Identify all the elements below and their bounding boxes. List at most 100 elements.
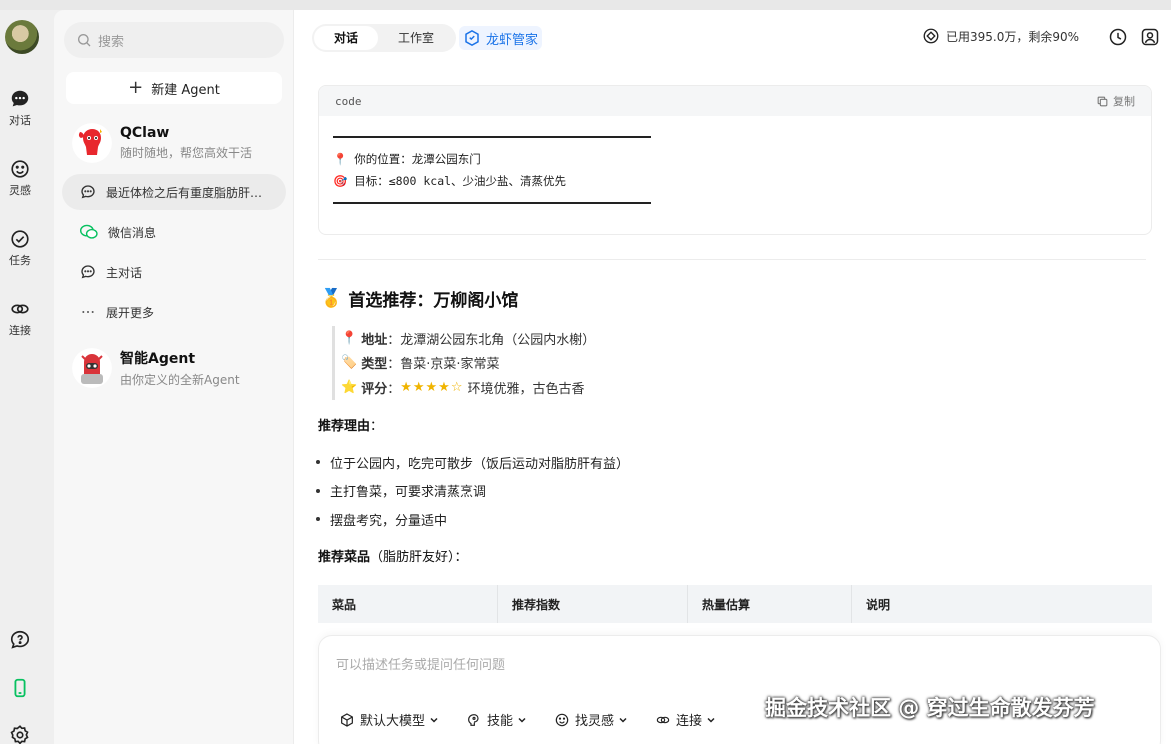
brand-tab-label: 龙虾管家 — [486, 32, 539, 48]
code-rule-top — [333, 136, 651, 138]
dishes-title: 推荐菜品 — [318, 550, 371, 565]
section-divider — [318, 259, 1146, 260]
address-value: ：龙潭湖公园东北角（公园内水榭） — [387, 332, 596, 348]
new-agent-button[interactable]: + 新建 Agent — [66, 72, 282, 104]
tab-studio[interactable]: 工作室 — [378, 26, 454, 50]
rail-label-connect: 连接 — [9, 324, 31, 337]
sidebar-item-main-chat[interactable]: 主对话 — [62, 254, 286, 290]
help-icon[interactable] — [9, 629, 31, 651]
code-rule-bottom — [333, 202, 651, 204]
sidebar-item-expand-more[interactable]: 展开更多 — [62, 294, 286, 330]
type-label: 类型 — [361, 357, 388, 373]
reason-colon: ： — [370, 419, 384, 434]
rating-sep: ： — [387, 381, 401, 397]
table-header-cell: 热量估算 — [688, 585, 852, 623]
rail-item-tasks[interactable]: 任务 — [0, 228, 40, 268]
code-line-goal: 🎯 目标：≤800 kcal、少油少盐、清蒸优先 — [333, 174, 567, 188]
icon-rail: 对话 灵感 任务 连接 — [0, 10, 54, 744]
copy-icon — [1097, 96, 1108, 106]
rating-label: 评分 — [361, 381, 388, 397]
plus-icon: + — [128, 77, 144, 98]
tool-label: 连接 — [676, 714, 703, 729]
watermark-text: 掘金技术社区 @ 穿过生命散发芬芳 — [765, 696, 1095, 720]
bullet-dot — [316, 460, 320, 465]
star-icon: ⭐ — [341, 379, 358, 395]
search-icon — [78, 34, 91, 47]
check-circle-icon — [11, 230, 29, 248]
brand-tab-lobster-butler[interactable]: 龙虾管家 — [459, 26, 543, 50]
table-header-cell: 菜品 — [318, 585, 498, 623]
mode-tabs: 对话 工作室 — [312, 24, 457, 52]
smile-icon — [11, 160, 29, 178]
chat-bubble-icon — [11, 90, 29, 107]
info-rating: ⭐ 评分 ： ★★★★☆ 环境优雅，古色古香 — [341, 375, 595, 400]
reason-text: 主打鲁菜，可要求清蒸烹调 — [330, 485, 487, 501]
table-header-cell: 说明 — [866, 597, 891, 612]
search-input[interactable]: 搜索 — [64, 22, 284, 58]
agent-desc: 随时随地，帮您高效干活 — [120, 146, 253, 160]
rail-item-chat[interactable]: 对话 — [0, 88, 40, 128]
qclaw-lobster-avatar — [72, 123, 112, 163]
cube-icon — [341, 712, 353, 727]
pin-icon: 📍 — [341, 330, 358, 346]
sidebar-item-wechat[interactable]: 微信消息 — [62, 214, 286, 250]
user-profile-icon[interactable] — [1140, 27, 1160, 47]
reason-text: 位于公园内，吃完可散步（饭后运动对脂肪肝有益） — [330, 456, 630, 472]
type-value: ：鲁菜·京菜·家常菜 — [387, 357, 500, 373]
rail-item-connect[interactable]: 连接 — [0, 298, 40, 338]
recommend-title: 首选推荐：万柳阁小馆 — [348, 291, 519, 311]
code-block-header: code 复制 — [319, 86, 1151, 116]
phone-icon[interactable] — [9, 677, 31, 699]
agent-name: QClaw — [120, 125, 170, 141]
user-avatar[interactable] — [5, 20, 39, 54]
message-composer: 可以描述任务或提问任何问题 默认大模型 技能 找灵感 连接 — [318, 635, 1161, 744]
connect-button[interactable]: 连接 — [655, 710, 721, 729]
reason-text: 摆盘考究，分量适中 — [330, 513, 448, 529]
model-select-button[interactable]: 默认大模型 — [339, 710, 444, 729]
sidebar-item-recent-chat[interactable]: 最近体检之后有重度脂肪肝… — [62, 174, 286, 210]
chevron-down-icon — [619, 717, 627, 723]
skills-button[interactable]: 技能 — [466, 710, 532, 729]
list-item: 位于公园内，吃完可散步（饭后运动对脂肪肝有益） — [316, 448, 629, 477]
sidebar-item-label: 主对话 — [106, 265, 143, 280]
search-placeholder: 搜索 — [98, 34, 125, 50]
rail-item-inspiration[interactable]: 灵感 — [0, 158, 40, 198]
list-item: 摆盘考究，分量适中 — [316, 505, 629, 534]
code-lang-label: code — [335, 94, 362, 108]
recommend-heading: 🥇 首选推荐：万柳阁小馆 — [320, 286, 518, 311]
agent-name: 智能Agent — [120, 351, 196, 367]
agent-card-qclaw[interactable]: QClaw 随时随地，帮您高效干活 — [72, 121, 282, 165]
copy-button[interactable]: 复制 — [1096, 93, 1135, 109]
window-top-strip — [0, 0, 1171, 10]
main-area: 对话 工作室 龙虾管家 已用395.0万，剩余90% code 复制 📍 你的位… — [294, 10, 1171, 744]
composer-input[interactable]: 可以描述任务或提问任何问题 — [336, 654, 505, 673]
chevron-down-icon — [518, 717, 526, 723]
bullet-dot — [316, 488, 320, 493]
rail-label-tasks: 任务 — [9, 254, 31, 267]
bullet-dot — [316, 517, 320, 522]
agent-card-smart-agent[interactable]: 智能Agent 由你定义的全新Agent — [72, 346, 282, 390]
code-line-location: 📍 你的位置：龙潭公园东门 — [333, 152, 481, 166]
reason-heading: 推荐理由： — [318, 415, 383, 434]
code-block: code 复制 📍 你的位置：龙潭公园东门 🎯 目标：≤800 kcal、少油少… — [318, 85, 1152, 235]
rail-label-chat: 对话 — [9, 114, 31, 127]
rating-text: 环境优雅，古色古香 — [467, 381, 585, 397]
settings-gear-icon[interactable] — [9, 724, 31, 744]
inspiration-button[interactable]: 找灵感 — [554, 710, 633, 729]
list-item: 主打鲁菜，可要求清蒸烹调 — [316, 477, 629, 506]
tab-chat[interactable]: 对话 — [314, 26, 379, 50]
shield-hex-icon — [465, 30, 479, 46]
link-icon — [11, 304, 29, 314]
wechat-icon — [80, 224, 98, 239]
usage-indicator[interactable]: 已用395.0万，剩余90% — [922, 27, 1079, 45]
link-icon — [656, 716, 670, 723]
sidebar-item-label: 微信消息 — [108, 225, 157, 240]
chat-icon — [81, 265, 95, 279]
dishes-table-header: 菜品 推荐指数 热量估算 说明 — [318, 585, 1152, 623]
code-body: 📍 你的位置：龙潭公园东门 🎯 目标：≤800 kcal、少油少盐、清蒸优先 — [319, 116, 1151, 224]
sidebar-item-label: 展开更多 — [106, 305, 155, 320]
history-clock-icon[interactable] — [1108, 27, 1128, 47]
chevron-down-icon — [707, 717, 715, 723]
dishes-note: （脂肪肝友好）： — [370, 550, 468, 565]
smart-agent-avatar — [72, 348, 112, 388]
